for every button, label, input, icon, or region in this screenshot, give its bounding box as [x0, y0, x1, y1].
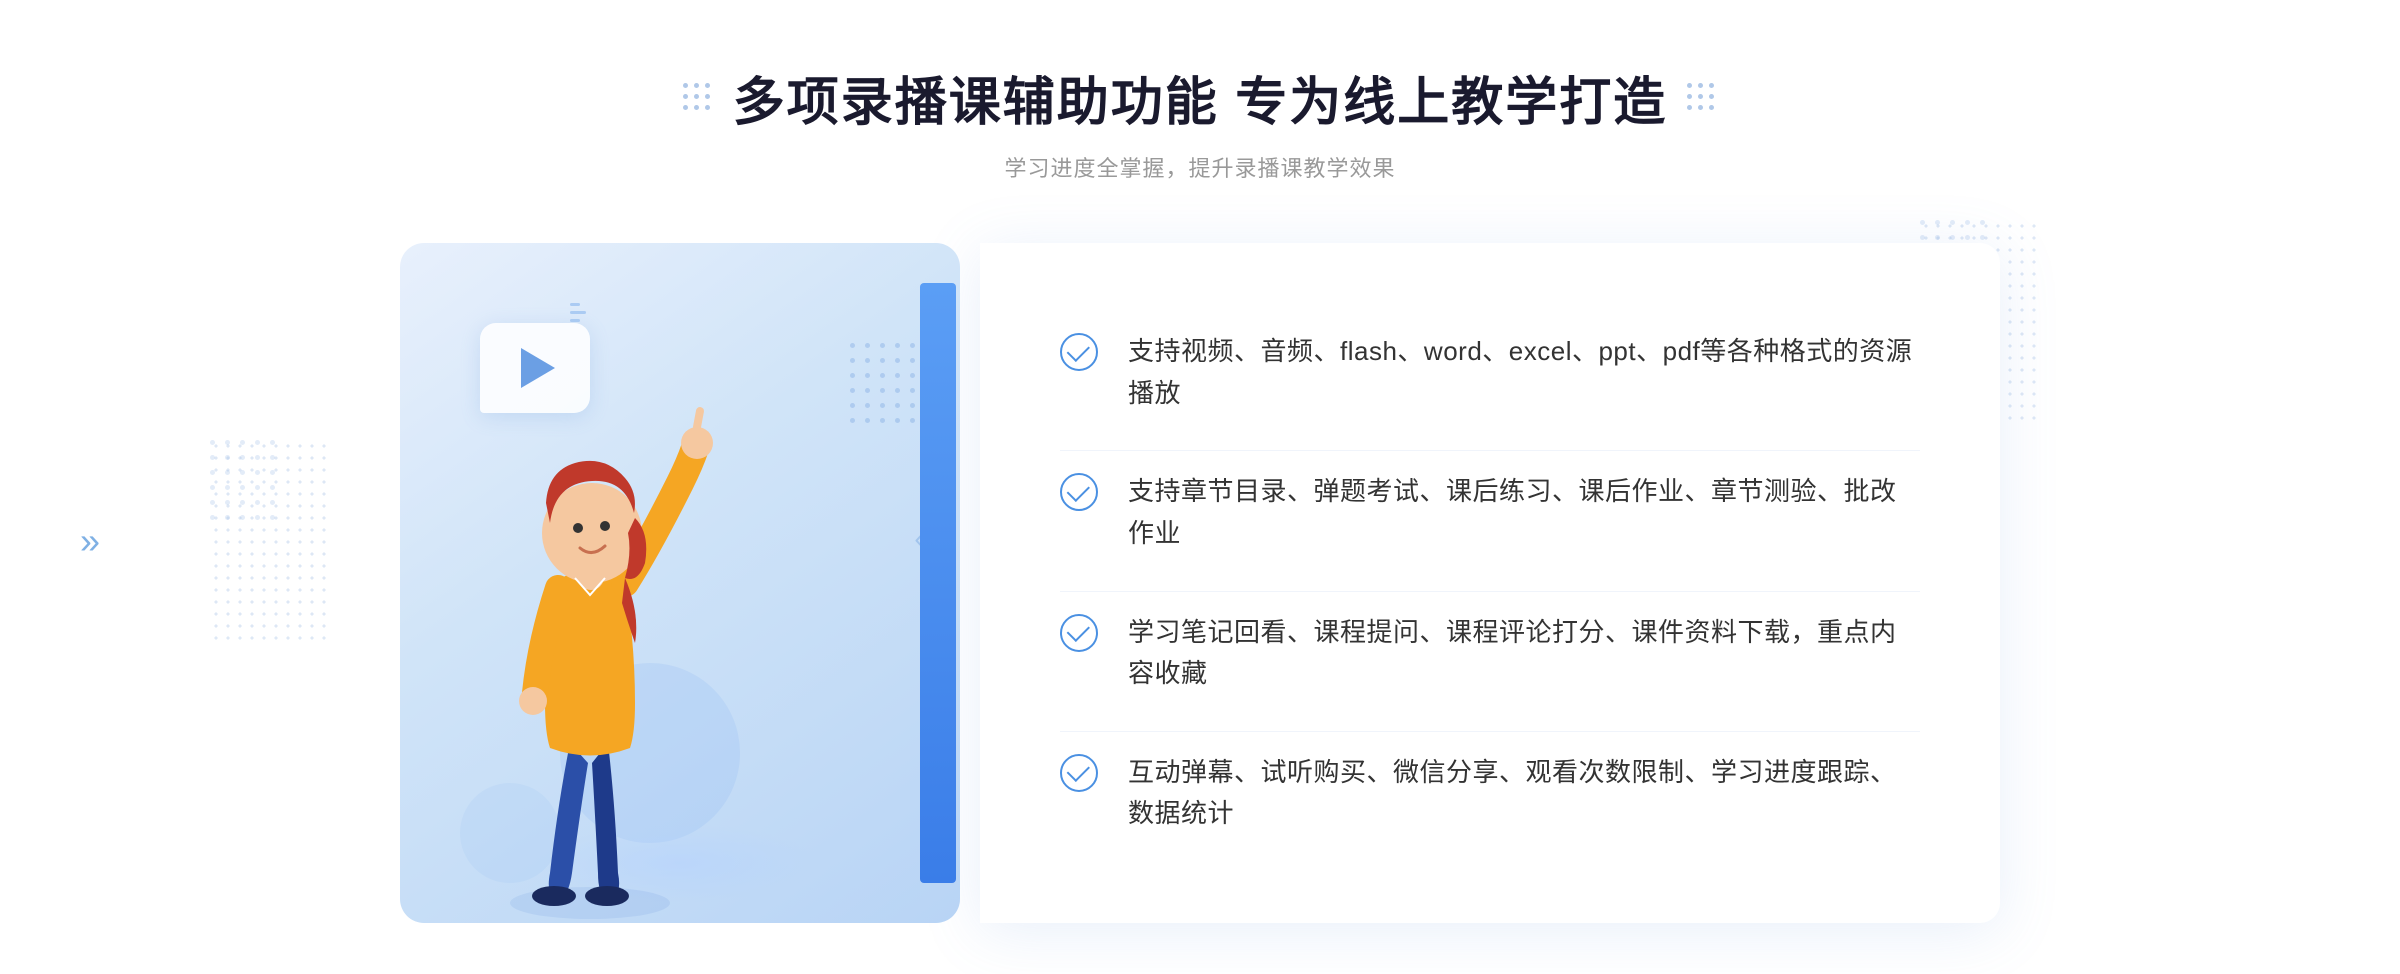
check-circle-2: [1060, 473, 1098, 511]
feature-item-2: 支持章节目录、弹题考试、课后练习、课后作业、章节测验、批改作业: [1060, 450, 1920, 574]
arrow-left-decoration: »: [80, 520, 100, 562]
check-circle-4: [1060, 754, 1098, 792]
title-wrapper: 多项录播课辅助功能 专为线上教学打造: [683, 60, 1717, 135]
check-icon-2: [1060, 473, 1100, 513]
header-section: 多项录播课辅助功能 专为线上教学打造 学习进度全掌握，提升录播课教学效果: [683, 60, 1717, 183]
content-area: «: [400, 243, 2000, 923]
feature-item-1: 支持视频、音频、flash、word、excel、ppt、pdf等各种格式的资源…: [1060, 311, 1920, 434]
dot-pattern-left: [210, 440, 330, 640]
feature-text-2: 支持章节目录、弹题考试、课后练习、课后作业、章节测验、批改作业: [1128, 471, 1920, 554]
feature-text-3: 学习笔记回看、课程提问、课程评论打分、课件资料下载，重点内容收藏: [1128, 612, 1920, 695]
features-card: 支持视频、音频、flash、word、excel、ppt、pdf等各种格式的资源…: [980, 243, 2000, 923]
feature-text-1: 支持视频、音频、flash、word、excel、ppt、pdf等各种格式的资源…: [1128, 331, 1920, 414]
sub-title: 学习进度全掌握，提升录播课教学效果: [683, 151, 1717, 183]
check-circle-3: [1060, 614, 1098, 652]
header-dots-right: [1687, 83, 1717, 113]
feature-text-4: 互动弹幕、试听购买、微信分享、观看次数限制、学习进度跟踪、数据统计: [1128, 752, 1920, 835]
illustration-card: «: [400, 243, 960, 923]
speed-lines: [570, 303, 586, 327]
page-container: » 多项录播课辅助功能 专为线上教学打造 学习进度全掌握，提升录播课教学效果: [0, 0, 2400, 974]
figure-illustration: [450, 363, 730, 923]
feature-item-3: 学习笔记回看、课程提问、课程评论打分、课件资料下载，重点内容收藏: [1060, 591, 1920, 715]
feature-item-4: 互动弹幕、试听购买、微信分享、观看次数限制、学习进度跟踪、数据统计: [1060, 731, 1920, 855]
check-icon-4: [1060, 754, 1100, 794]
header-dots-left: [683, 83, 713, 113]
check-icon-3: [1060, 614, 1100, 654]
check-circle-1: [1060, 333, 1098, 371]
check-icon-1: [1060, 333, 1100, 373]
blue-connector-bar: [920, 283, 956, 883]
main-title: 多项录播课辅助功能 专为线上教学打造: [733, 60, 1667, 135]
illus-dots: [850, 343, 920, 428]
